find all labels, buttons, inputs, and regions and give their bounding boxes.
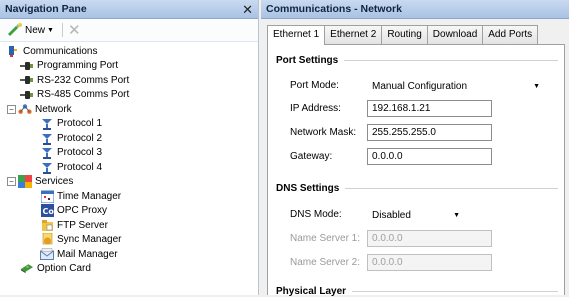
dns-mode-value: Disabled — [372, 209, 411, 221]
close-icon[interactable]: ✕ — [242, 3, 253, 16]
tree-item-opc-proxy[interactable]: Co OPC Proxy — [0, 204, 258, 219]
protocol-icon — [40, 117, 54, 131]
ip-address-label: IP Address: — [290, 103, 341, 114]
opc-proxy-icon: Co — [40, 204, 54, 218]
tree-item-mail-manager[interactable]: Mail Manager — [0, 247, 258, 262]
name-server-1-label: Name Server 1: — [290, 233, 361, 244]
tab-ethernet-1[interactable]: Ethernet 1 — [267, 25, 326, 45]
name-server-1-field[interactable]: 0.0.0.0 — [367, 230, 492, 247]
section-divider — [344, 60, 558, 61]
network-mask-field[interactable]: 255.255.255.0 — [367, 124, 492, 141]
svg-text:Co: Co — [42, 207, 54, 216]
tab-download[interactable]: Download — [426, 25, 484, 44]
port-settings-heading: Port Settings — [276, 55, 558, 66]
collapse-toggle[interactable]: − — [7, 104, 16, 114]
panel-title: Communications - Network — [266, 3, 402, 15]
physical-layer-heading: Physical Layer — [276, 286, 558, 297]
tree-item-option-card[interactable]: Option Card — [0, 262, 258, 277]
name-server-2-label: Name Server 2: — [290, 257, 361, 268]
protocol-icon — [40, 132, 54, 145]
tab-add-ports[interactable]: Add Ports — [482, 25, 539, 44]
ip-address-field[interactable]: 192.168.1.21 — [367, 100, 492, 117]
tree-item-time-manager[interactable]: Time Manager — [0, 189, 258, 204]
port-mode-select[interactable]: Manual Configuration ▼ — [367, 77, 545, 95]
name-server-2-field[interactable]: 0.0.0.0 — [367, 254, 492, 271]
tree-item-services[interactable]: − Services — [0, 175, 258, 190]
tree-item-rs232[interactable]: RS-232 Comms Port — [0, 73, 258, 88]
dns-settings-heading: DNS Settings — [276, 183, 558, 194]
network-mask-label: Network Mask: — [290, 127, 357, 138]
protocol-icon — [40, 161, 54, 174]
navigation-pane-header: Navigation Pane ✕ — [0, 0, 258, 19]
tree-item-protocol-2[interactable]: Protocol 2 — [0, 131, 258, 146]
protocol-icon — [40, 146, 54, 160]
collapse-toggle[interactable]: − — [7, 177, 16, 187]
chevron-down-icon: ▼ — [453, 211, 460, 219]
communications-network-panel: Communications - Network Ethernet 1 Ethe… — [261, 0, 569, 297]
new-button[interactable]: New ▼ — [4, 21, 57, 40]
tab-routing[interactable]: Routing — [381, 25, 428, 44]
section-divider — [345, 188, 558, 189]
tree-item-rs485[interactable]: RS-485 Comms Port — [0, 88, 258, 103]
network-icon — [18, 103, 32, 116]
calendar-icon — [40, 190, 54, 203]
tree-item-programming-port[interactable]: Programming Port — [0, 59, 258, 74]
tree-item-ftp-server[interactable]: FTP Server — [0, 218, 258, 233]
dns-mode-label: DNS Mode: — [290, 209, 342, 220]
tree-item-protocol-1[interactable]: Protocol 1 — [0, 117, 258, 132]
dns-mode-select[interactable]: Disabled ▼ — [367, 206, 465, 224]
tree-item-sync-manager[interactable]: Sync Manager — [0, 233, 258, 248]
navigation-pane: Navigation Pane ✕ New ▼ ✕ Communications… — [0, 0, 259, 295]
ftp-server-icon — [40, 219, 54, 232]
tree-item-protocol-3[interactable]: Protocol 3 — [0, 146, 258, 161]
new-button-label: New — [25, 24, 46, 36]
chevron-down-icon: ▼ — [47, 26, 54, 34]
mail-icon — [40, 248, 54, 261]
communications-icon — [6, 45, 20, 58]
chevron-down-icon: ▼ — [533, 82, 540, 90]
port-mode-value: Manual Configuration — [372, 80, 468, 92]
gateway-field[interactable]: 0.0.0.0 — [367, 148, 492, 165]
tab-ethernet-2[interactable]: Ethernet 2 — [324, 25, 383, 44]
sync-manager-icon — [40, 233, 54, 246]
navigation-toolbar: New ▼ ✕ — [0, 19, 258, 42]
delete-icon[interactable]: ✕ — [68, 23, 81, 38]
tab-bar: Ethernet 1 Ethernet 2 Routing Download A… — [267, 25, 539, 45]
tree-item-network[interactable]: − Network — [0, 102, 258, 117]
navigation-pane-title: Navigation Pane — [5, 3, 87, 15]
option-card-icon — [20, 262, 34, 275]
panel-header: Communications - Network — [261, 0, 569, 19]
new-item-icon — [7, 22, 23, 39]
port-plug-icon — [20, 88, 34, 101]
tree-item-communications[interactable]: Communications — [0, 44, 258, 59]
port-mode-label: Port Mode: — [290, 80, 339, 91]
gateway-label: Gateway: — [290, 151, 333, 162]
navigation-tree: Communications Programming Port RS-232 C… — [0, 42, 258, 276]
tree-item-protocol-4[interactable]: Protocol 4 — [0, 160, 258, 175]
port-plug-icon — [20, 74, 34, 87]
section-divider — [352, 291, 558, 292]
port-plug-icon — [20, 59, 34, 72]
services-icon — [18, 175, 32, 189]
ethernet-1-page: Port Settings Port Mode: Manual Configur… — [267, 44, 565, 297]
toolbar-divider — [61, 23, 63, 37]
